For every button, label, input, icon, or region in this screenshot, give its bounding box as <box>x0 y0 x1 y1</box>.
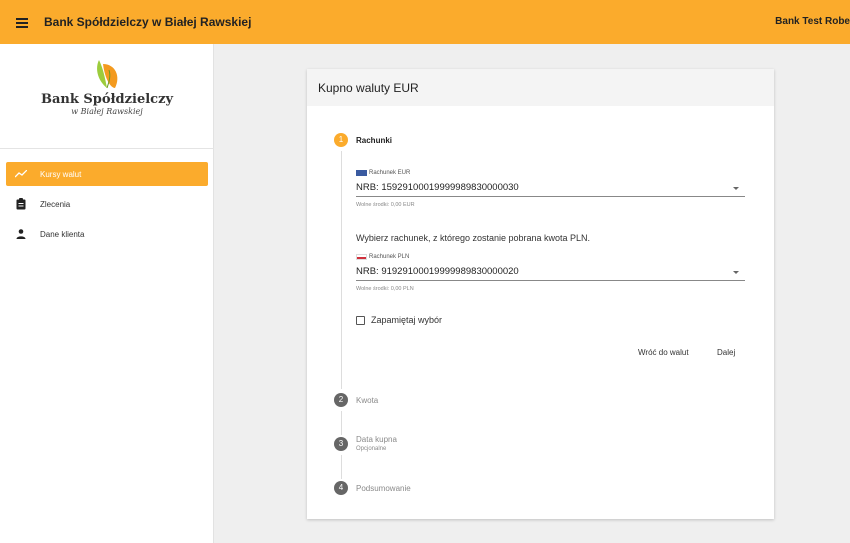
eur-available-funds: Wolne środki: 0,00 EUR <box>356 202 415 208</box>
sidebar-item-zlecenia[interactable]: Zlecenia <box>6 192 208 216</box>
sidebar: Bank Spółdzielczy w Białej Rawskiej Kurs… <box>0 44 214 543</box>
app-title: Bank Spółdzielczy w Białej Rawskiej <box>44 15 252 29</box>
menu-button[interactable] <box>4 0 40 44</box>
pln-account-label: Rachunek PLN <box>356 254 409 260</box>
card-title: Kupno waluty EUR <box>318 80 419 95</box>
card-header: Kupno waluty EUR <box>307 69 774 106</box>
buy-currency-card: Kupno waluty EUR 1 Rachunki Rachunek EUR… <box>307 69 774 519</box>
sidebar-item-label: Dane klienta <box>40 229 85 239</box>
remember-label: Zapamiętaj wybór <box>371 315 443 325</box>
logo-name: Bank Spółdzielczy <box>40 92 174 107</box>
step-2-label[interactable]: Kwota <box>356 396 378 405</box>
clipboard-icon <box>14 197 28 211</box>
leaf-logo-icon <box>97 60 118 89</box>
step-3-optional: Opcjonalne <box>356 446 387 452</box>
dropdown-arrow-icon <box>733 187 739 190</box>
logo-subtitle: w Białej Rawskiej <box>71 107 143 116</box>
eur-account-select[interactable]: NRB: 15929100019999989830000030 <box>356 181 745 197</box>
top-app-bar: Bank Spółdzielczy w Białej Rawskiej Bank… <box>0 0 850 44</box>
trending-up-icon <box>14 167 28 181</box>
sidebar-nav: Kursy walut Zlecenia Dane klienta <box>6 162 208 252</box>
pln-account-select[interactable]: NRB: 91929100019999989830000020 <box>356 265 745 281</box>
user-name[interactable]: Bank Test Robe <box>775 0 850 44</box>
step-2-circle[interactable]: 2 <box>334 393 348 407</box>
step-1-circle[interactable]: 1 <box>334 133 348 147</box>
step-connector <box>341 411 342 435</box>
step-4-circle[interactable]: 4 <box>334 481 348 495</box>
eu-flag-icon <box>356 170 367 176</box>
sidebar-item-dane-klienta[interactable]: Dane klienta <box>6 222 208 246</box>
dropdown-arrow-icon <box>733 271 739 274</box>
step-4-label[interactable]: Podsumowanie <box>356 484 411 493</box>
pln-available-funds: Wolne środki: 0,00 PLN <box>356 286 414 292</box>
remember-choice[interactable]: Zapamiętaj wybór <box>356 315 442 325</box>
sidebar-item-label: Kursy walut <box>40 169 82 179</box>
step-connector <box>341 455 342 479</box>
step-3-label[interactable]: Data kupna <box>356 435 397 444</box>
eur-account-value: NRB: 15929100019999989830000030 <box>356 182 519 193</box>
next-button[interactable]: Dalej <box>717 348 735 357</box>
hamburger-icon <box>16 17 28 28</box>
pln-account-prompt: Wybierz rachunek, z którego zostanie pob… <box>356 233 591 243</box>
step-connector <box>341 151 342 389</box>
eur-account-label: Rachunek EUR <box>356 170 410 176</box>
step-3-circle[interactable]: 3 <box>334 437 348 451</box>
step-1-label[interactable]: Rachunki <box>356 136 392 145</box>
person-icon <box>14 227 28 241</box>
back-to-currencies-button[interactable]: Wróć do walut <box>638 348 689 357</box>
bank-logo: Bank Spółdzielczy w Białej Rawskiej <box>0 58 214 148</box>
remember-checkbox[interactable] <box>356 315 365 325</box>
sidebar-item-label: Zlecenia <box>40 199 71 209</box>
sidebar-divider <box>0 148 214 149</box>
pl-flag-icon <box>356 254 367 260</box>
pln-account-value: NRB: 91929100019999989830000020 <box>356 266 519 277</box>
sidebar-item-kursy-walut[interactable]: Kursy walut <box>6 162 208 186</box>
